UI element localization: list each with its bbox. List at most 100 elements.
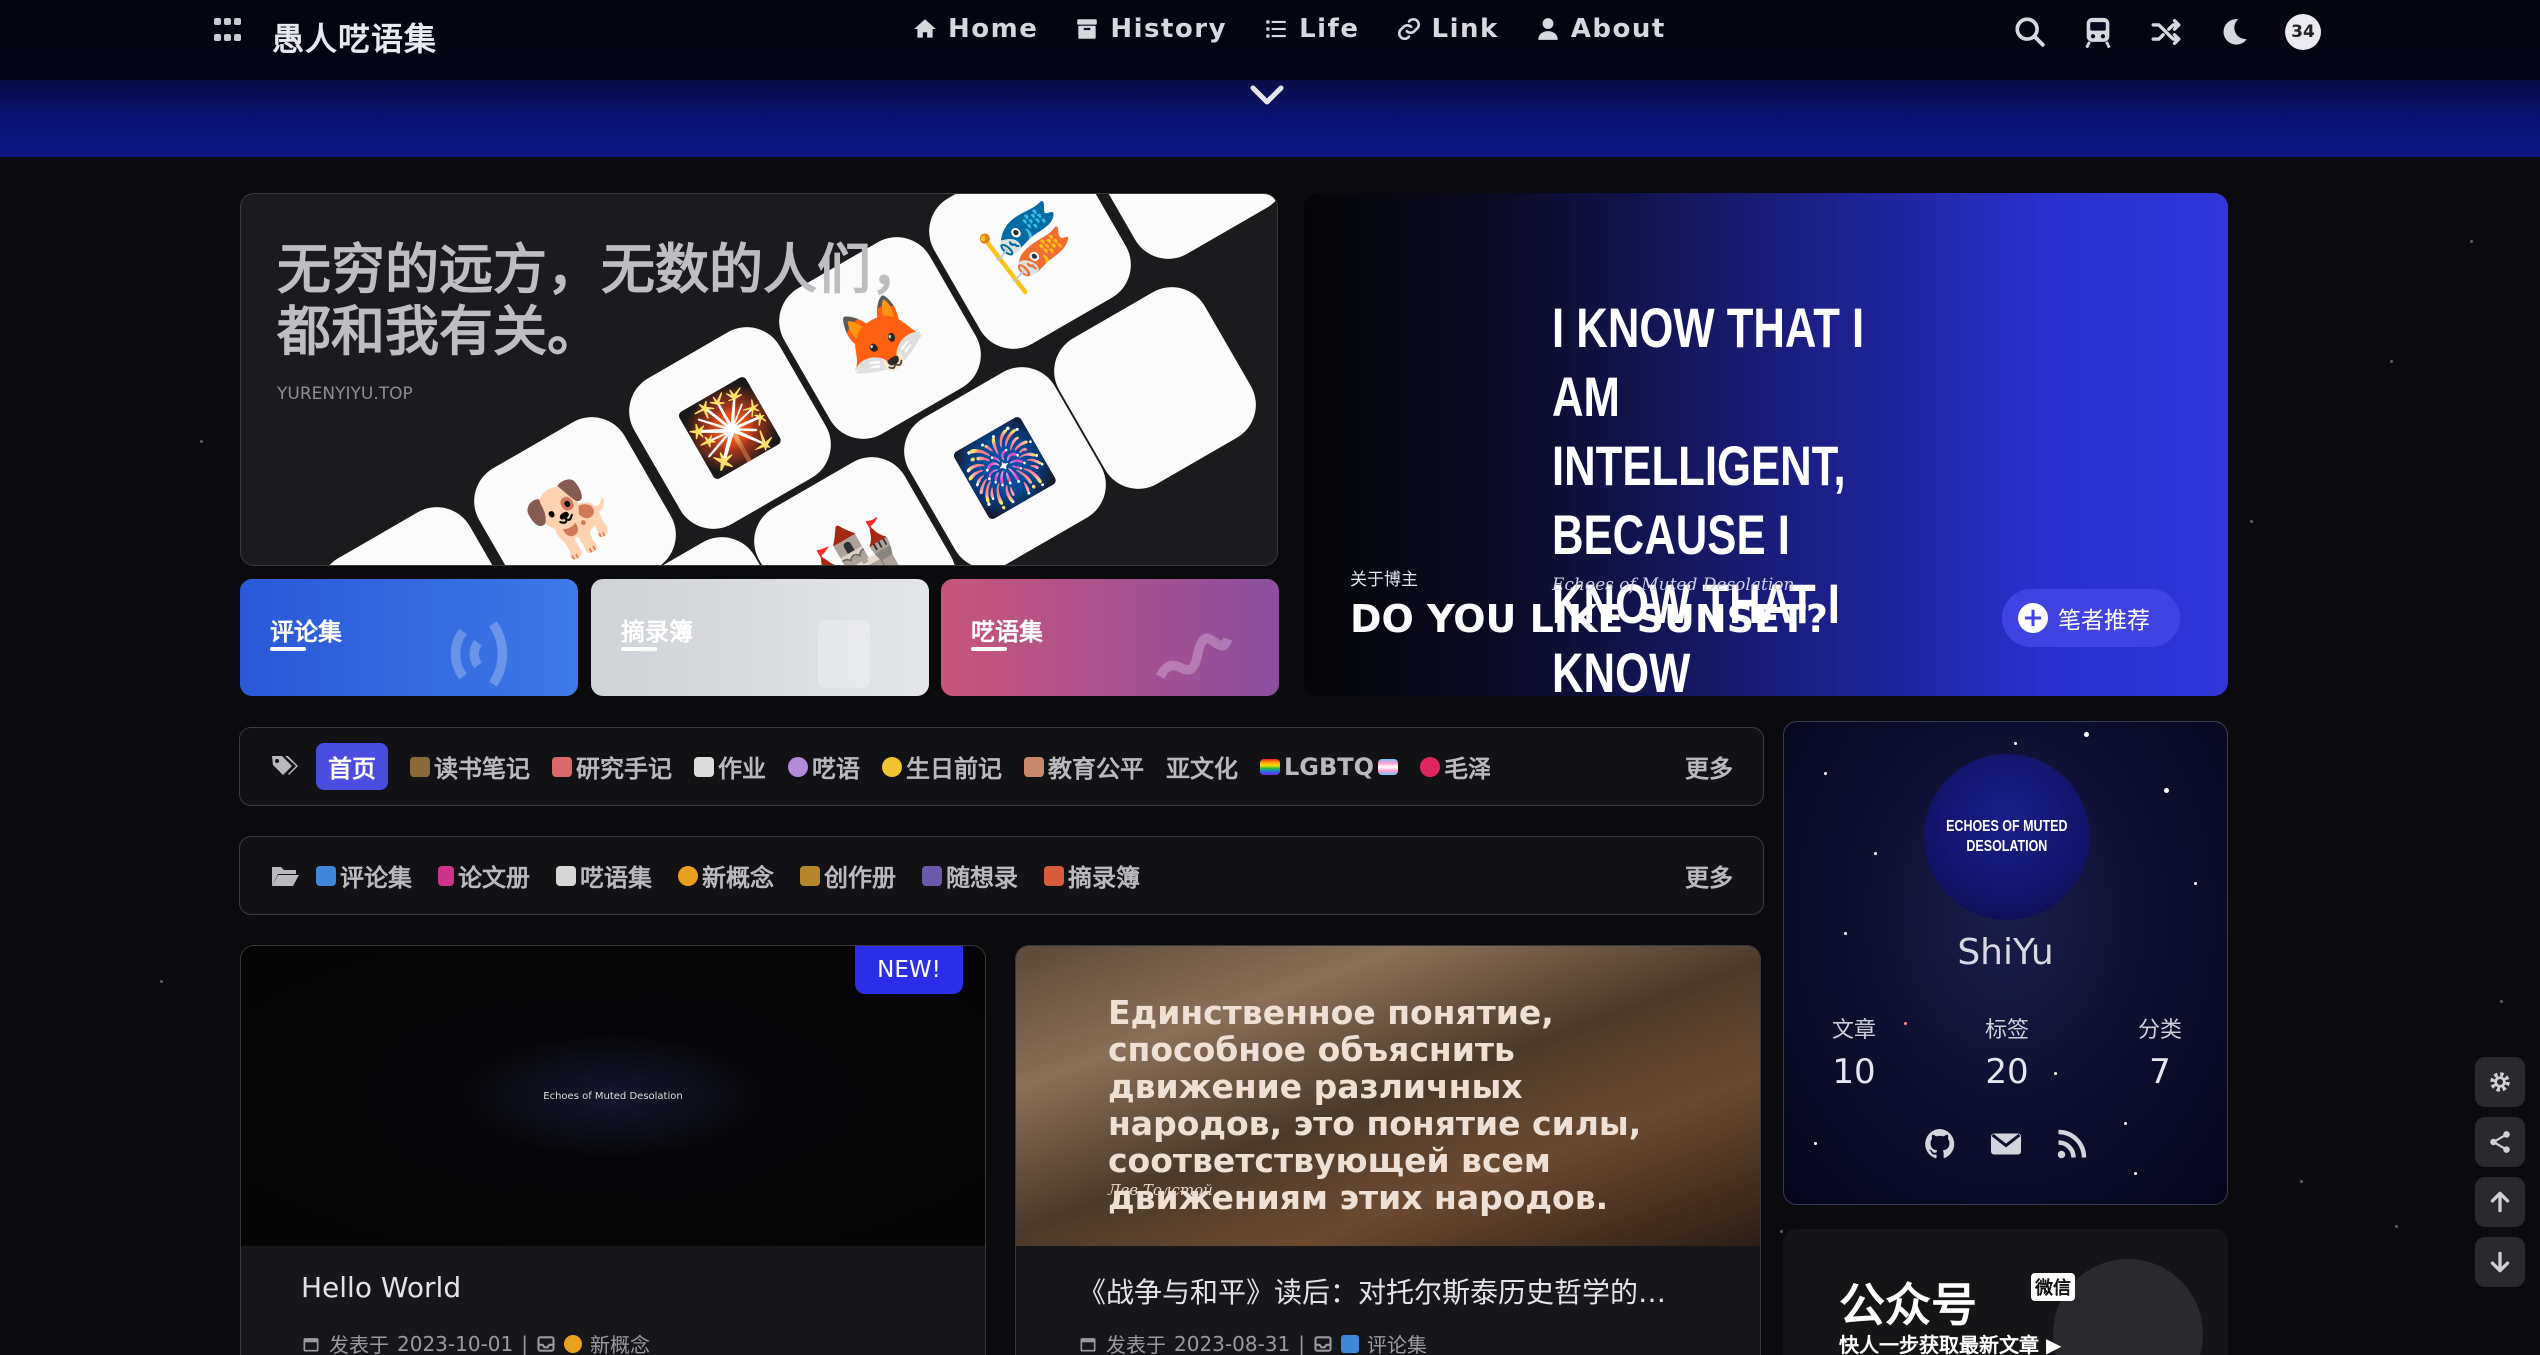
feature-banner[interactable]: I KNOW THAT I AM INTELLIGENT, BECAUSE I …: [1304, 193, 2228, 696]
wifi-icon: [450, 621, 508, 687]
folder-open-icon: [272, 866, 299, 886]
profile-name: ShiYu: [1957, 932, 2054, 973]
link-icon: [1397, 17, 1420, 41]
arrow-up-icon: [2490, 1191, 2510, 1213]
user-avatar[interactable]: 34: [2285, 14, 2321, 50]
rss-icon[interactable]: [2054, 1126, 2090, 1162]
nav-life[interactable]: Life: [1263, 14, 1359, 44]
new-badge: NEW!: [855, 946, 963, 994]
post-card[interactable]: Echoes of Muted Desolation NEW! Hello Wo…: [240, 945, 986, 1355]
category-card-murmurs[interactable]: 呓语集: [941, 579, 1279, 696]
folder-murmurs[interactable]: 呓语集: [556, 858, 652, 893]
user-icon: [1538, 18, 1558, 40]
pen-icon: [410, 756, 430, 777]
apps-grid-icon[interactable]: [214, 18, 242, 46]
notebook-icon: [438, 865, 454, 886]
chevron-down-icon[interactable]: [1247, 82, 1287, 108]
folder-thoughts[interactable]: 随想录: [922, 858, 1018, 893]
inbox-icon: [1314, 1335, 1332, 1352]
wechat-logo: [2053, 1259, 2203, 1355]
scroll-top-button[interactable]: [2475, 1177, 2525, 1227]
globe-icon: [1340, 1334, 1359, 1353]
post-cover-image: Единственное понятие, способное объяснит…: [1016, 946, 1760, 1246]
tag-murmur[interactable]: 呓语: [788, 749, 860, 784]
stat-categories[interactable]: 分类 7: [2138, 1012, 2182, 1092]
top-navbar: 愚人呓语集 Home History Life Link About 34: [0, 0, 2540, 157]
inbox-icon: [537, 1335, 555, 1352]
calendar-icon: [303, 1337, 319, 1351]
folder-reviews[interactable]: 评论集: [316, 858, 412, 893]
frame-icon: [1044, 865, 1064, 886]
page-icon: [694, 756, 714, 777]
nav-home[interactable]: Home: [912, 14, 1038, 44]
arrow-down-icon: [2490, 1251, 2510, 1273]
folders-more-link[interactable]: 更多: [1685, 858, 1733, 893]
share-button[interactable]: [2475, 1117, 2525, 1167]
github-icon[interactable]: [1922, 1126, 1958, 1162]
folder-excerpts[interactable]: 摘录簿: [1044, 858, 1140, 893]
tags-more-link[interactable]: 更多: [1685, 749, 1733, 784]
profile-stats: 文章 10 标签 20 分类 7: [1832, 1012, 2182, 1092]
train-icon[interactable]: [2081, 15, 2115, 49]
category-card-reviews[interactable]: 评论集: [240, 579, 578, 696]
nav-tools: 34: [2013, 14, 2321, 50]
paper-icon: [556, 865, 576, 886]
disc-icon: [678, 865, 698, 886]
tag-lgbtq[interactable]: LGBTQ: [1260, 753, 1399, 781]
feature-quote-source: Echoes of Muted Desolation: [1552, 575, 1795, 595]
post-card[interactable]: Единственное понятие, способное объяснит…: [1015, 945, 1761, 1355]
tags-bar: 首页 读书笔记 研究手记 作业 呓语 生日前记 教育公平 亚文化 LGBTQ 毛…: [239, 727, 1764, 806]
about-label: 关于博主: [1350, 570, 1418, 590]
profile-card: ECHOES OF MUTED DESOLATION ShiYu 文章 10 标签…: [1783, 721, 2228, 1205]
folder-papers[interactable]: 论文册: [438, 858, 530, 893]
tag-reading-notes[interactable]: 读书笔记: [410, 749, 530, 784]
gear-icon: [2490, 1072, 2510, 1092]
folder-creations[interactable]: 创作册: [800, 858, 896, 893]
rainbow-flag-icon: [1260, 758, 1280, 775]
profile-avatar[interactable]: ECHOES OF MUTED DESOLATION: [1924, 754, 2090, 920]
settings-button[interactable]: [2475, 1057, 2525, 1107]
archive-icon: [1077, 19, 1098, 39]
post-meta: 发表于 2023-08-31 | 评论集: [1078, 1329, 1427, 1355]
document-icon: [817, 620, 871, 688]
list-icon: [1266, 20, 1286, 38]
wechat-card[interactable]: 公众号 微信 快人一步获取最新文章 ▶: [1783, 1229, 2228, 1355]
tag-mao[interactable]: 毛泽东: [1420, 749, 1490, 784]
home-icon: [914, 19, 936, 38]
scroll-bottom-button[interactable]: [2475, 1237, 2525, 1287]
moon-icon[interactable]: [2217, 15, 2251, 49]
tag-birthday[interactable]: 生日前记: [882, 749, 1002, 784]
recommend-button[interactable]: + 笔者推荐: [2002, 589, 2180, 647]
tag-education[interactable]: 教育公平: [1024, 749, 1144, 784]
stat-tags[interactable]: 标签 20: [1985, 1012, 2029, 1092]
trans-flag-icon: [1378, 758, 1399, 775]
post-title[interactable]: Hello World: [301, 1271, 461, 1304]
hero-subtitle: YURENYIYU.TOP: [277, 384, 413, 404]
night-icon: [922, 865, 942, 886]
nav-link[interactable]: Link: [1396, 14, 1499, 44]
folders-bar: 评论集 论文册 呓语集 新概念 创作册 随想录 摘录簿 更多: [239, 836, 1764, 915]
globe-icon: [316, 865, 336, 886]
nav-history[interactable]: History: [1074, 14, 1227, 44]
category-card-excerpts[interactable]: 摘录簿: [591, 579, 929, 696]
tag-home[interactable]: 首页: [316, 743, 388, 790]
tag-research-notes[interactable]: 研究手记: [552, 749, 672, 784]
plus-icon: +: [2018, 603, 2048, 633]
site-brand[interactable]: 愚人呓语集: [272, 14, 437, 60]
post-title[interactable]: 《战争与和平》读后：对托尔斯泰历史哲学的…: [1078, 1271, 1666, 1311]
hero-banner[interactable]: 🎏 🦊 🎇 🐕 🎆 🏰 无穷的远方，无数的人们，都和我有关。 YURENYIYU…: [240, 193, 1278, 566]
hero-title: 无穷的远方，无数的人们，都和我有关。: [277, 238, 925, 363]
tag-subculture[interactable]: 亚文化: [1166, 749, 1238, 784]
share-icon: [2490, 1131, 2510, 1153]
calendar-icon: [1080, 1337, 1096, 1351]
nav-about[interactable]: About: [1535, 14, 1666, 44]
search-icon[interactable]: [2013, 15, 2047, 49]
stat-articles[interactable]: 文章 10: [1832, 1012, 1876, 1092]
tag-homework[interactable]: 作业: [694, 749, 766, 784]
feature-headline: DO YOU LIKE SUNSET?: [1350, 597, 1828, 641]
heart-icon: [1420, 756, 1441, 777]
shuffle-icon[interactable]: [2149, 15, 2183, 49]
folder-new-concept[interactable]: 新概念: [678, 858, 774, 893]
mail-icon[interactable]: [1988, 1126, 2024, 1162]
social-links: [1922, 1126, 2090, 1162]
